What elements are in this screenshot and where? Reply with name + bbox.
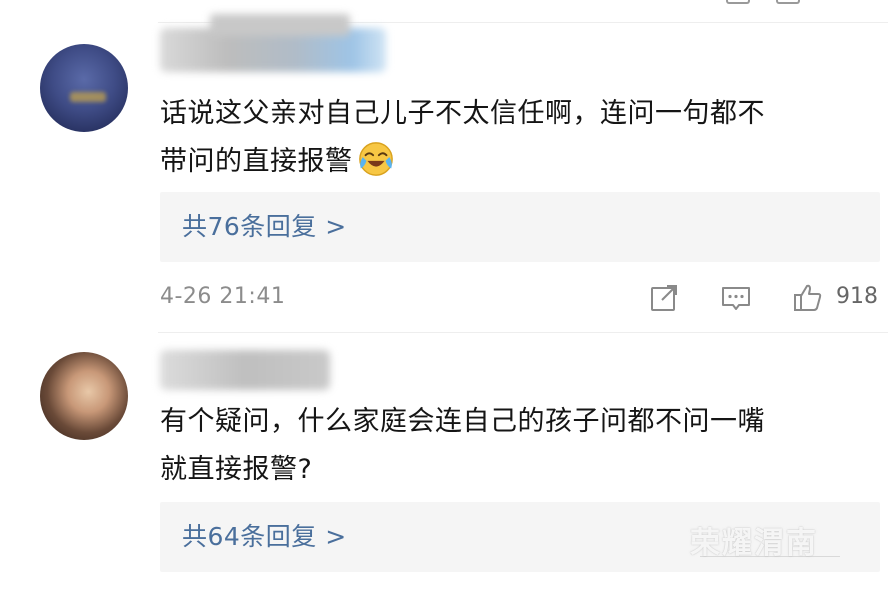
reply-summary[interactable]: 共76条回复 > xyxy=(160,192,880,262)
comment-divider xyxy=(158,332,888,333)
comment-footer: 4-26 21:41 918 xyxy=(160,278,880,318)
share-icon[interactable] xyxy=(648,282,680,314)
comment-text-line: 有个疑问，什么家庭会连自己的孩子问都不问一嘴 xyxy=(160,406,765,437)
view-replies-link[interactable]: 共64条回复 > xyxy=(182,502,347,572)
previous-like-icon xyxy=(776,0,800,4)
avatar[interactable] xyxy=(40,44,128,132)
comment-text: 话说这父亲对自己儿子不太信任啊，连问一句都不 带问的直接报警 xyxy=(160,90,868,186)
comment-icon[interactable] xyxy=(720,282,752,314)
comment-text-line: 就直接报警? xyxy=(160,454,313,485)
username-blurred[interactable] xyxy=(160,350,330,390)
avatar[interactable] xyxy=(40,352,128,440)
comment-text: 有个疑问，什么家庭会连自己的孩子问都不问一嘴 就直接报警? xyxy=(160,398,868,494)
username-blurred[interactable] xyxy=(160,14,386,72)
laughing-crying-emoji-icon xyxy=(358,142,393,176)
thumbs-up-icon[interactable] xyxy=(792,282,824,314)
like-count: 918 xyxy=(836,284,878,309)
comment-text-line: 带问的直接报警 xyxy=(160,138,868,186)
previous-comment-icon xyxy=(726,0,750,4)
previous-comment-actions xyxy=(708,0,828,6)
view-replies-link[interactable]: 共76条回复 > xyxy=(182,192,347,262)
timestamp: 4-26 21:41 xyxy=(160,284,286,309)
watermark-underline xyxy=(700,556,840,563)
comment-text-line: 话说这父亲对自己儿子不太信任啊，连问一句都不 xyxy=(160,98,765,129)
comment-text-segment: 带问的直接报警 xyxy=(160,146,353,177)
